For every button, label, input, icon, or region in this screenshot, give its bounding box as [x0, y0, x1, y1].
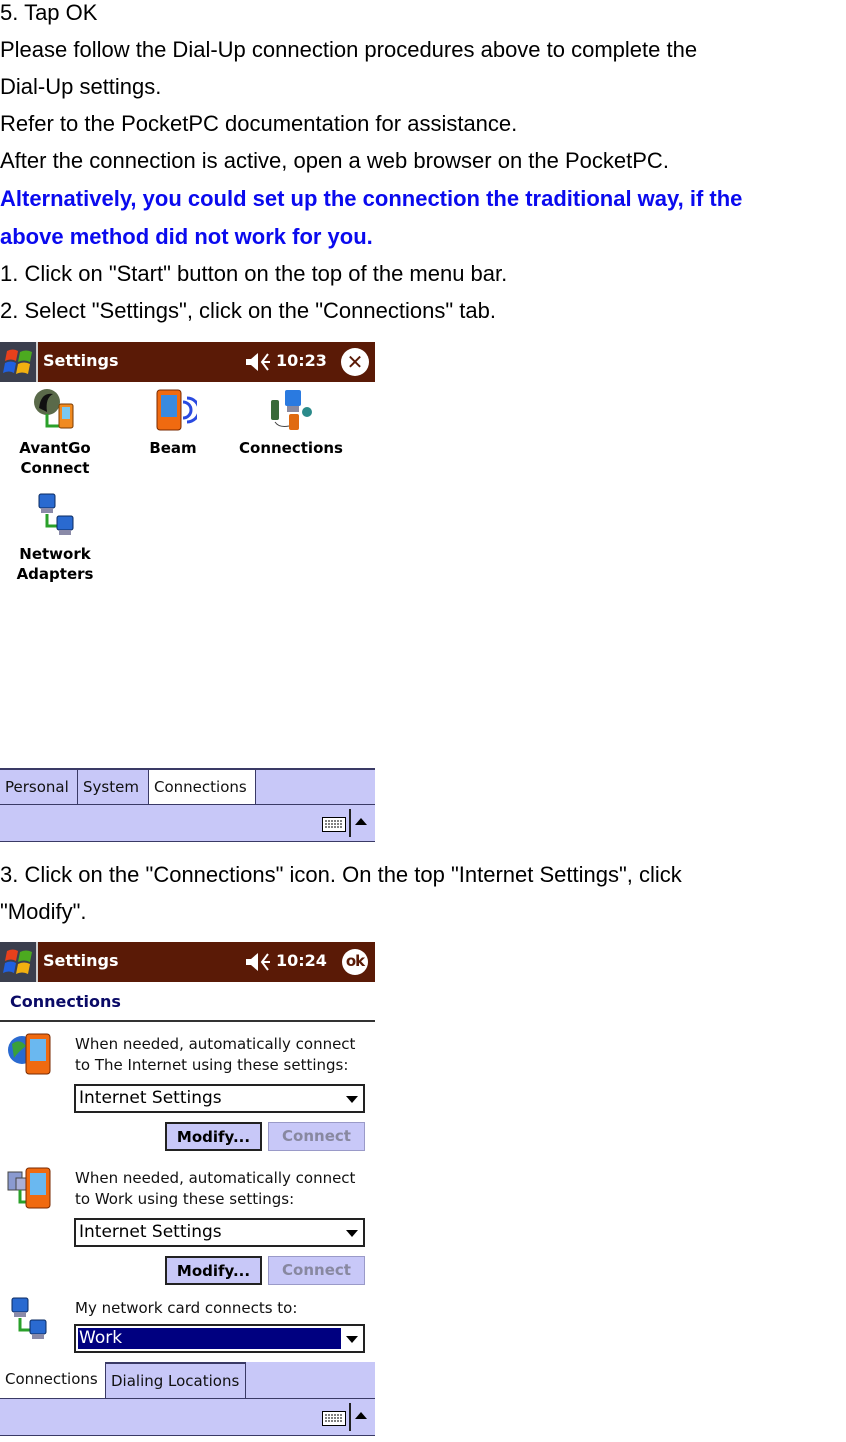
chevron-down-icon — [346, 1336, 358, 1343]
sip-arrow-up-icon[interactable] — [355, 1412, 367, 1419]
modify-work-button[interactable]: Modify... — [165, 1256, 262, 1285]
paragraph-line: Please follow the Dial-Up connection pro… — [0, 37, 698, 62]
paragraph-line: After the connection is active, open a w… — [0, 148, 669, 173]
title-text: Settings — [43, 951, 119, 970]
menu-separator — [349, 1403, 351, 1431]
close-icon[interactable]: ✕ — [341, 348, 369, 376]
connections-icon — [271, 390, 312, 430]
network-card-label: My network card connects to: — [75, 1299, 298, 1317]
app-avantgo-connect[interactable]: AvantGo Connect — [10, 386, 100, 478]
ok-button[interactable]: ok — [342, 949, 368, 975]
windows-flag-icon — [3, 349, 32, 374]
chevron-down-icon — [346, 1096, 358, 1103]
app-network-adapters[interactable]: Network Adapters — [10, 492, 100, 584]
dropdown-value: Internet Settings — [79, 1222, 222, 1242]
title-bar: Settings 10:24 ok — [0, 942, 375, 982]
work-description: When needed, automatically connect — [75, 1169, 356, 1187]
app-label: Connections — [239, 439, 343, 457]
app-label: Adapters — [16, 565, 94, 583]
network-adapters-icon — [38, 493, 74, 535]
connections-screenshot: Settings 10:24 ok Connections When neede… — [0, 942, 375, 1442]
start-button[interactable] — [0, 342, 38, 382]
modify-internet-button[interactable]: Modify... — [165, 1122, 262, 1151]
network-card-icon — [11, 1297, 47, 1339]
title-text: Settings — [43, 351, 119, 370]
connect-internet-button[interactable]: Connect — [268, 1122, 365, 1151]
avantgo-icon — [34, 389, 74, 429]
dropdown-value: Work — [78, 1328, 341, 1349]
step-3-text-cont: "Modify". — [0, 899, 87, 924]
step-5-text: 5. Tap OK — [0, 0, 98, 25]
internet-description: When needed, automatically connect — [75, 1035, 356, 1053]
start-button[interactable] — [0, 942, 38, 982]
tab-bar: Personal System Connections — [0, 768, 375, 806]
work-connection-icon — [7, 1167, 51, 1209]
windows-flag-icon — [3, 949, 32, 974]
app-label: Connect — [20, 459, 90, 477]
alternative-note: Alternatively, you could set up the conn… — [0, 186, 743, 211]
alternative-note: above method did not work for you. — [0, 224, 373, 249]
app-label: AvantGo — [19, 439, 91, 457]
speaker-icon[interactable] — [244, 951, 272, 973]
app-connections[interactable]: Connections — [236, 386, 346, 458]
keyboard-icon[interactable] — [322, 817, 346, 832]
step-2-text: 2. Select "Settings", click on the "Conn… — [0, 298, 496, 323]
tab-personal[interactable]: Personal — [0, 768, 78, 804]
app-label: Beam — [149, 439, 197, 457]
work-settings-dropdown[interactable]: Internet Settings — [74, 1218, 365, 1247]
step-3-text: 3. Click on the "Connections" icon. On t… — [0, 862, 682, 887]
settings-screenshot: Settings 10:23 ✕ AvantGo Connect Beam Co… — [0, 342, 375, 842]
tab-bar: Connections Dialing Locations — [0, 1362, 375, 1398]
tab-system[interactable]: System — [78, 768, 149, 804]
tab-connections[interactable]: Connections — [0, 1362, 106, 1398]
app-label: Network — [19, 545, 91, 563]
step-1-text: 1. Click on "Start" button on the top of… — [0, 261, 508, 286]
network-card-dropdown[interactable]: Work — [74, 1324, 365, 1353]
menu-bar — [0, 1398, 375, 1436]
clock[interactable]: 10:24 — [276, 951, 327, 970]
chevron-down-icon — [346, 1230, 358, 1237]
section-title: Connections — [10, 992, 121, 1011]
menu-bar — [0, 804, 375, 842]
speaker-icon[interactable] — [244, 351, 272, 373]
clock[interactable]: 10:23 — [276, 351, 327, 370]
internet-description: to The Internet using these settings: — [75, 1056, 349, 1074]
connect-work-button[interactable]: Connect — [268, 1256, 365, 1285]
app-beam[interactable]: Beam — [128, 386, 218, 458]
sip-arrow-up-icon[interactable] — [355, 818, 367, 825]
tab-connections[interactable]: Connections — [149, 770, 256, 806]
menu-separator — [349, 809, 351, 837]
internet-connection-icon — [8, 1033, 51, 1075]
divider — [0, 1020, 375, 1022]
beam-icon — [156, 389, 201, 431]
internet-settings-dropdown[interactable]: Internet Settings — [74, 1084, 365, 1113]
paragraph-line: Refer to the PocketPC documentation for … — [0, 111, 518, 136]
keyboard-icon[interactable] — [322, 1411, 346, 1426]
dropdown-value: Internet Settings — [79, 1088, 222, 1108]
tab-dialing-locations[interactable]: Dialing Locations — [106, 1362, 246, 1398]
paragraph-line: Dial-Up settings. — [0, 74, 162, 99]
work-description: to Work using these settings: — [75, 1190, 295, 1208]
title-bar: Settings 10:23 ✕ — [0, 342, 375, 382]
